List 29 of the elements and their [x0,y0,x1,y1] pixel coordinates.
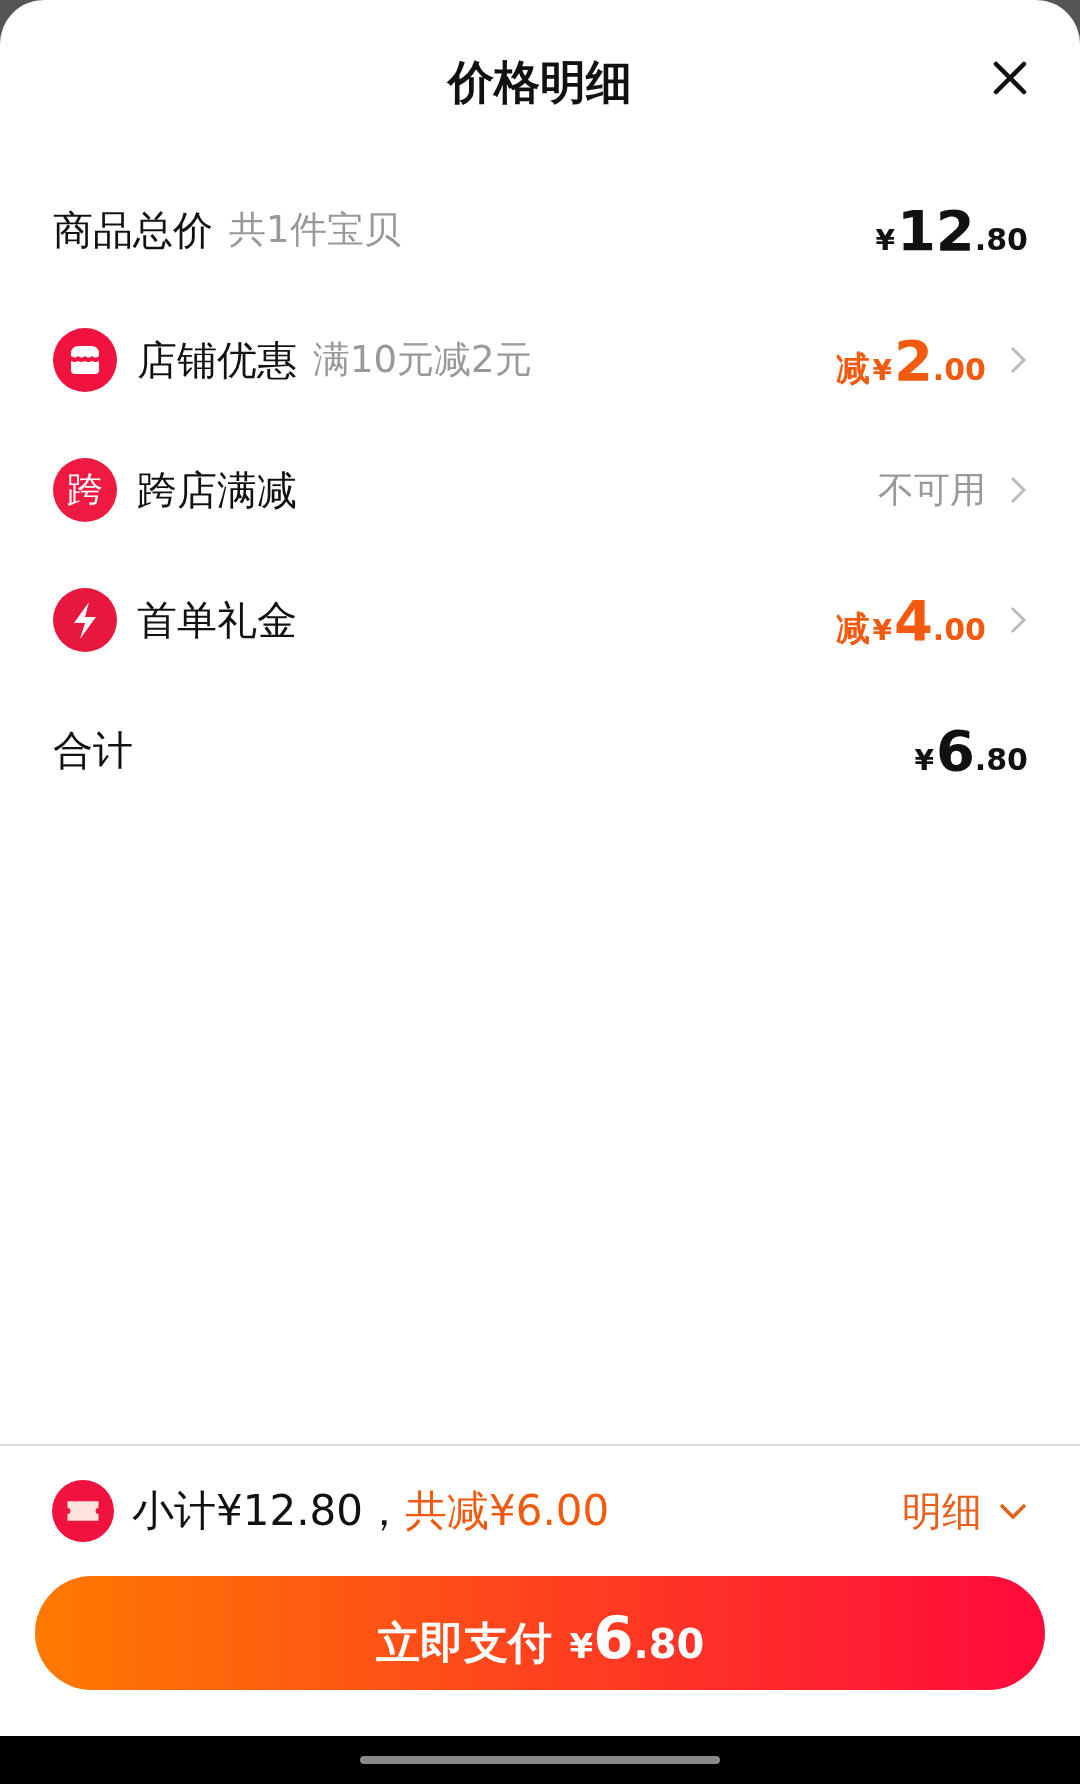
pay-button[interactable]: 立即支付 ¥6.80 [35,1576,1045,1690]
sheet-title: 价格明细 [448,54,632,111]
shop-icon [53,328,117,392]
close-button[interactable] [992,60,1028,96]
row-label: 店铺优惠 [137,335,297,385]
chevron-right-icon [1008,344,1028,376]
row-label: 跨店满减 [137,465,297,515]
chevron-down-icon [998,1501,1028,1521]
chevron-right-icon [1008,474,1028,506]
row-label: 首单礼金 [137,595,297,645]
amount-text: ¥6.80 [913,717,1028,783]
row-label: 商品总价 [53,205,213,255]
row-label: 合计 [53,725,133,775]
status-text: 不可用 [878,467,986,512]
lightning-icon [53,588,117,652]
amount-text: 减¥4.00 [836,587,986,653]
close-icon [992,60,1028,96]
row-note: 共1件宝贝 [229,207,401,253]
amount-text: 减¥2.00 [836,327,986,393]
chevron-right-icon [1008,604,1028,636]
amount-text: ¥12.80 [874,197,1028,263]
badge-icon: 跨 [53,458,117,522]
row-note: 满10元减2元 [313,337,532,383]
discount-row[interactable]: 店铺优惠 满10元减2元 减¥2.00 [0,295,1080,425]
ticket-icon [52,1480,114,1542]
subtotal-text: 小计¥12.80， [132,1485,405,1537]
discount-row[interactable]: 首单礼金 减¥4.00 [0,555,1080,685]
discount-row[interactable]: 跨 跨店满减 不可用 [0,425,1080,555]
savings-text: 共减¥6.00 [404,1485,610,1537]
